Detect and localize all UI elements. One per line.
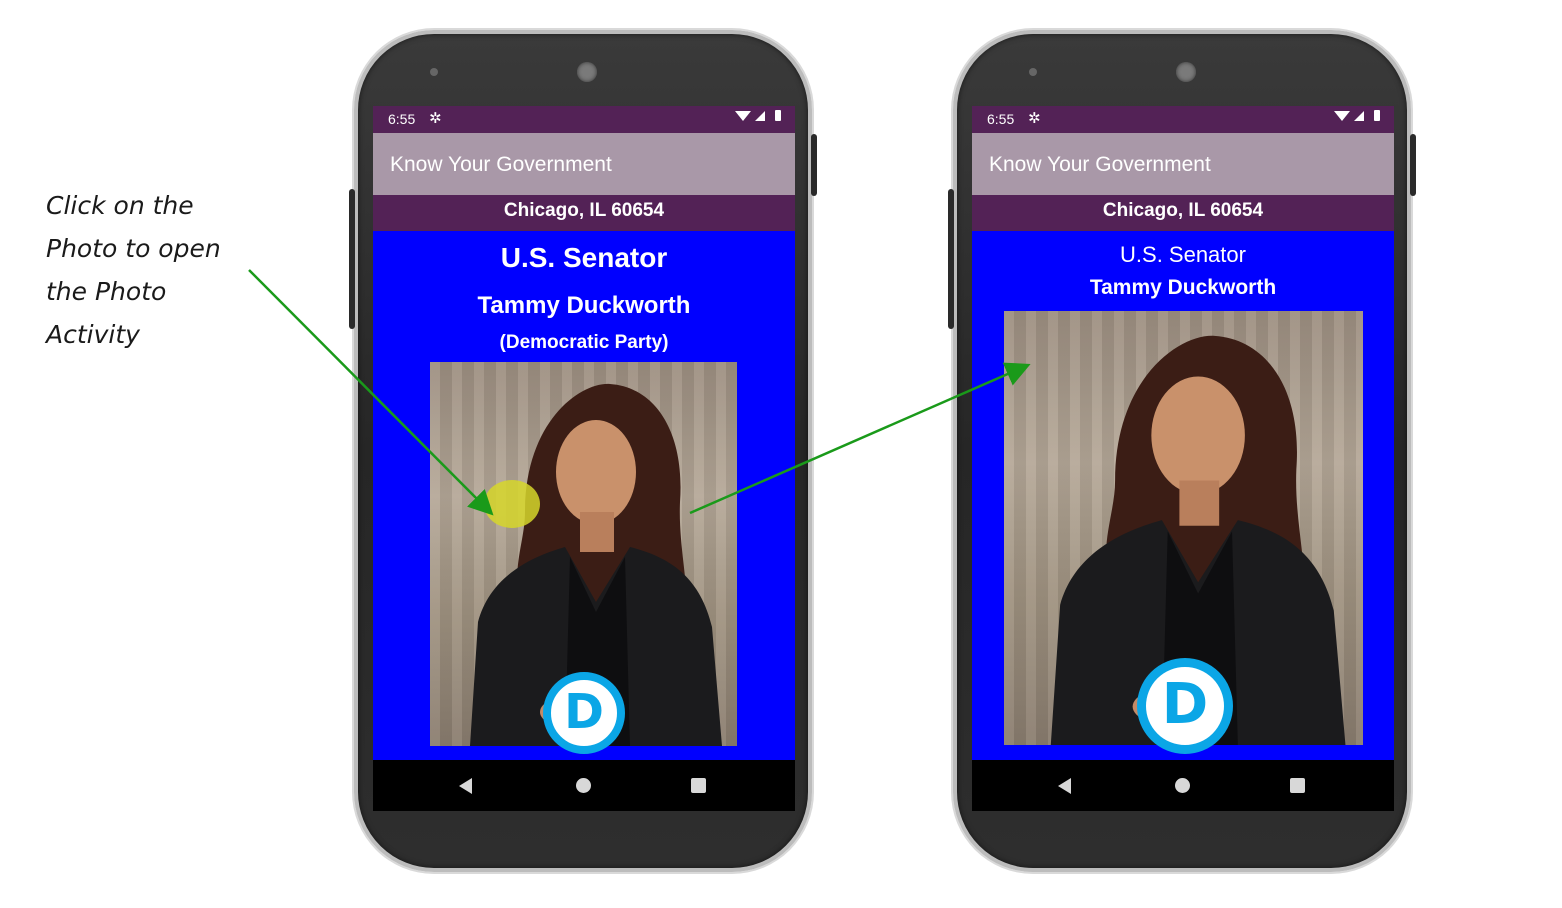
recent-apps-icon[interactable] xyxy=(1290,778,1305,793)
back-icon[interactable] xyxy=(459,778,472,794)
app-title: Know Your Government xyxy=(989,153,1211,176)
volume-button xyxy=(948,189,954,329)
gear-icon: ✲ xyxy=(1028,110,1041,127)
annotation-line-3: the Photo xyxy=(46,277,167,306)
annotation-line-4: Activity xyxy=(46,320,140,349)
volume-button xyxy=(349,189,355,329)
status-bar: 6:55 ✲ xyxy=(373,106,795,133)
app-title: Know Your Government xyxy=(390,153,612,176)
status-icons xyxy=(735,110,781,121)
signal-icon xyxy=(755,110,765,121)
battery-icon xyxy=(775,110,781,121)
annotation-line-2: Photo to open xyxy=(46,234,221,263)
sensor-dot xyxy=(430,68,438,76)
phone-photo-activity: 6:55 ✲ Know Your Government Chicago, IL … xyxy=(948,30,1416,872)
annotation-line-1: Click on the xyxy=(46,191,194,220)
official-name: Tammy Duckworth xyxy=(477,292,691,319)
front-camera xyxy=(577,62,597,82)
gear-icon: ✲ xyxy=(429,110,442,127)
signal-icon xyxy=(1354,110,1364,121)
status-time: 6:55 xyxy=(388,111,416,127)
battery-icon xyxy=(1374,110,1380,121)
status-icons xyxy=(1334,110,1380,121)
android-nav-bar xyxy=(972,760,1394,811)
wifi-icon xyxy=(735,110,751,121)
wifi-icon xyxy=(1334,110,1350,121)
official-office: U.S. Senator xyxy=(1120,242,1246,267)
recent-apps-icon[interactable] xyxy=(691,778,706,793)
app-toolbar: Know Your Government xyxy=(373,133,795,195)
official-name: Tammy Duckworth xyxy=(1089,276,1277,299)
status-bar: 6:55 ✲ xyxy=(972,106,1394,133)
location-label: Chicago, IL 60654 xyxy=(972,195,1394,231)
democratic-party-logo: D xyxy=(1137,658,1233,754)
back-icon[interactable] xyxy=(1058,778,1071,794)
front-camera xyxy=(1176,62,1196,82)
home-icon[interactable] xyxy=(576,778,591,793)
status-time: 6:55 xyxy=(987,111,1015,127)
home-icon[interactable] xyxy=(1175,778,1190,793)
official-office: U.S. Senator xyxy=(500,242,668,273)
photo-screen: 6:55 ✲ Know Your Government Chicago, IL … xyxy=(972,106,1394,811)
power-button xyxy=(811,134,817,196)
power-button xyxy=(1410,134,1416,196)
sensor-dot xyxy=(1029,68,1037,76)
android-nav-bar xyxy=(373,760,795,811)
official-screen: 6:55 ✲ Know Your Government Chicago, IL … xyxy=(373,106,795,811)
phone-official-activity: 6:55 ✲ Know Your Government Chicago, IL … xyxy=(349,30,817,872)
instruction-annotation: Click on the Photo to open the Photo Act… xyxy=(46,184,276,356)
democratic-party-logo: D xyxy=(543,672,625,754)
official-party: (Democratic Party) xyxy=(499,332,669,353)
app-toolbar: Know Your Government xyxy=(972,133,1394,195)
location-label: Chicago, IL 60654 xyxy=(373,195,795,231)
